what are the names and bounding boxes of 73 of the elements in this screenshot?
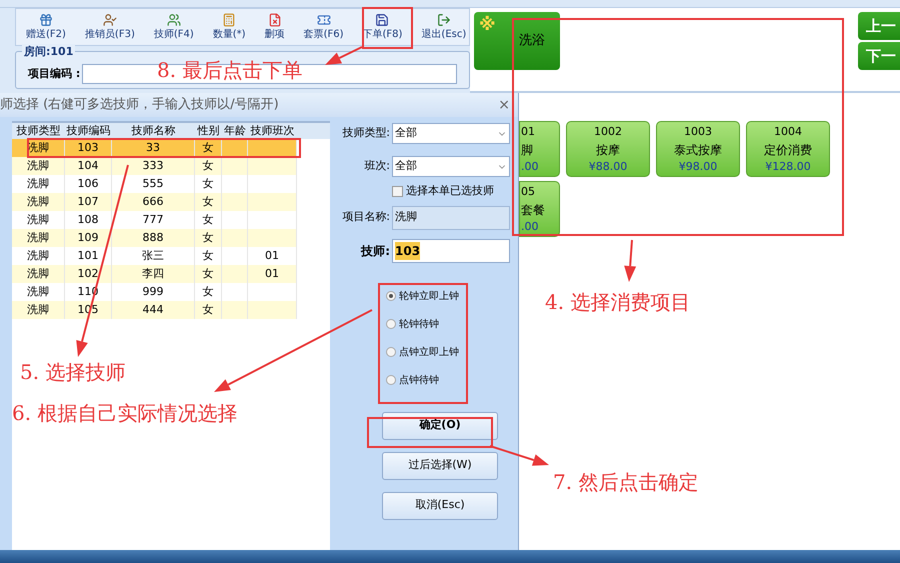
delete-icon (268, 12, 282, 26)
annotation-text: 6. 根据自己实际情况选择 (12, 400, 238, 427)
table-cell: 洗脚 (12, 301, 65, 319)
table-row[interactable]: 洗脚 109 888 女 (12, 229, 297, 247)
dialog-button[interactable]: 取消(Esc) (382, 492, 498, 520)
dropdown[interactable]: 全部 (392, 156, 510, 177)
radio-button[interactable] (386, 319, 396, 329)
checkbox-label: 选择本单已选技师 (406, 183, 494, 199)
technician-field[interactable]: 103 (392, 238, 510, 262)
radio-label: 点钟立即上钟 (399, 346, 459, 360)
radio-label: 轮钟立即上钟 (399, 290, 459, 304)
field-label: 技师类型: (341, 125, 390, 142)
item-tile[interactable]: 05 套餐 .00 (519, 181, 560, 237)
radio-button[interactable] (386, 375, 396, 385)
category-tile[interactable]: ※ 洗浴 (474, 12, 560, 70)
highlight-frame (362, 7, 413, 49)
item-tile[interactable]: 01 脚 .00 (519, 121, 560, 177)
field-label: 技师: (360, 242, 390, 260)
table-cell: 444 (112, 301, 195, 319)
item-tile[interactable]: 1004 定价消费 ¥128.00 (746, 121, 830, 177)
table-cell: 103 (65, 139, 112, 157)
radio-label: 轮钟待钟 (399, 318, 439, 332)
column-header: 性别 (196, 122, 220, 139)
column-header: 技师名称 (130, 122, 176, 139)
arrow (325, 46, 362, 65)
column-header: 技师编码 (66, 122, 112, 139)
radio-button[interactable] (386, 291, 396, 301)
people-icon (166, 12, 181, 26)
toolbar-button[interactable]: 删项 (260, 10, 289, 44)
field-label: 班次: (363, 158, 390, 174)
toolbar-button[interactable]: 技师(F4) (150, 10, 198, 44)
dropdown[interactable]: 全部 (392, 123, 510, 144)
table-row[interactable]: 洗脚 102 李四 女 01 (12, 265, 297, 283)
column-header: 技师班次 (250, 122, 296, 139)
radio-label: 点钟待钟 (399, 374, 439, 388)
toolbar-button[interactable]: 赠送(F2) (22, 10, 70, 44)
toolbar-button[interactable]: 退出(Esc) (417, 10, 470, 44)
dialog-title: 师选择 (右健可多选技师，手输入技师以/号隔开) (0, 96, 279, 114)
dialog-button[interactable]: 过后选择(W) (382, 452, 498, 480)
ticket-icon (316, 12, 331, 26)
table-cell: 女 (195, 301, 222, 319)
calculator-icon (222, 12, 236, 26)
annotation-text: 8. 最后点击下单 (157, 57, 302, 84)
annotation-text: 7. 然后点击确定 (553, 469, 698, 496)
page-button[interactable]: 下一 (858, 42, 900, 70)
page-button[interactable]: 上一 (858, 12, 900, 40)
field-label: 项目名称: (341, 209, 390, 226)
toolbar-button[interactable]: 推销员(F3) (80, 10, 139, 44)
arrow (490, 445, 549, 466)
toolbar-button[interactable]: 套票(F6) (300, 10, 348, 44)
annotation-text: 5. 选择技师 (20, 359, 126, 386)
item-name-field: 洗脚 (392, 206, 510, 230)
table-cell: 33 (112, 139, 195, 157)
annotation-text: 4. 选择消费项目 (545, 289, 690, 316)
table-row[interactable]: 洗脚 107 666 女 (12, 193, 297, 211)
column-header: 年龄 (223, 122, 247, 139)
gift-icon (38, 12, 53, 26)
dialog-button[interactable]: 确定(O) (382, 412, 498, 440)
person-icon (102, 12, 117, 26)
exit-icon (436, 12, 451, 26)
radio-button[interactable] (386, 347, 396, 357)
save-icon (375, 12, 390, 26)
column-header: 技师类型 (16, 122, 62, 139)
item-tile[interactable]: 1003 泰式按摩 ¥98.00 (656, 121, 740, 177)
star-mark: ※ (479, 14, 496, 37)
table-cell: 女 (195, 139, 222, 157)
toolbar-button[interactable]: 数量(*) (208, 10, 250, 44)
checkbox[interactable] (392, 186, 403, 197)
arrow (624, 240, 636, 282)
table-row[interactable]: 洗脚 104 333 女 (12, 157, 297, 175)
item-tile[interactable]: 1002 按摩 ¥88.00 (566, 121, 650, 177)
close-button[interactable]: × (498, 94, 510, 116)
code-label: 项目编码 : (28, 66, 80, 82)
